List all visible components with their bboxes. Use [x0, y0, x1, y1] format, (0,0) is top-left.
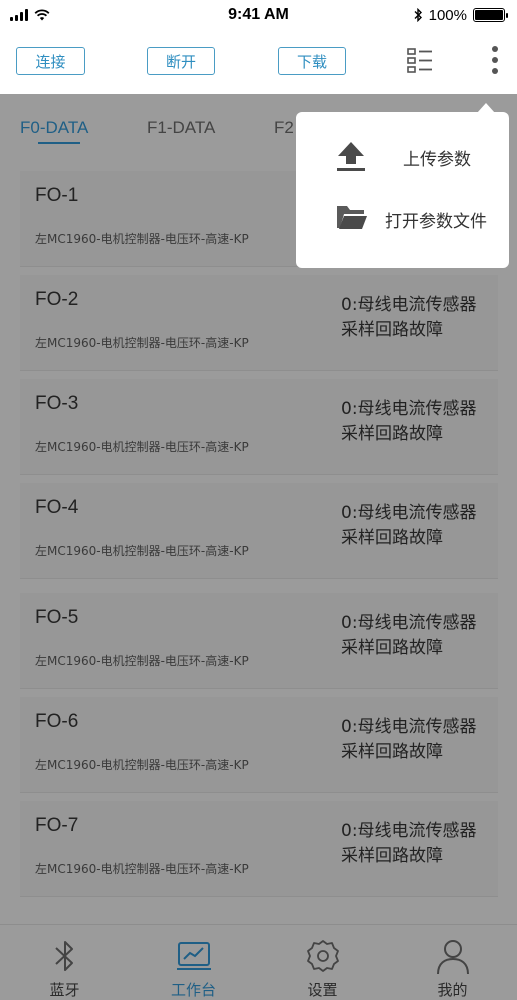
status-left	[10, 9, 50, 21]
status-line-1: 0:母线电流传感器	[341, 821, 477, 841]
list-view-icon[interactable]	[407, 48, 433, 74]
popup-arrow	[477, 103, 495, 113]
wifi-icon	[34, 9, 50, 21]
workbench-chart-icon	[176, 942, 211, 970]
nav-label-workbench: 工作台	[170, 981, 216, 999]
status-line-2: 采样回路故障	[341, 846, 443, 866]
bluetooth-status-icon	[414, 8, 422, 22]
more-options-popup: 上传参数 打开参数文件	[296, 103, 509, 268]
bottom-nav: 蓝牙 工作台 设置 我的	[0, 924, 517, 1000]
param-title: FO-1	[35, 185, 79, 206]
status-line-1: 0:母线电流传感器	[341, 717, 477, 737]
download-button[interactable]: 下载	[278, 47, 346, 75]
nav-label-settings: 设置	[307, 981, 338, 999]
param-title: FO-6	[35, 711, 79, 732]
open-param-file-label: 打开参数文件	[385, 212, 487, 232]
param-subtitle: 左MC1960-电机控制器-电压环-高速-KP	[35, 440, 249, 454]
param-status: 0:母线电流传感器 采样回路故障	[341, 501, 477, 551]
param-title: FO-5	[35, 607, 79, 628]
status-line-2: 采样回路故障	[341, 528, 443, 548]
user-icon	[436, 940, 469, 975]
tab-f1-data[interactable]: F1-DATA	[147, 118, 215, 138]
param-subtitle: 左MC1960-电机控制器-电压环-高速-KP	[35, 862, 249, 876]
param-card[interactable]: FO-2 左MC1960-电机控制器-电压环-高速-KP 0:母线电流传感器 采…	[20, 275, 498, 371]
battery-icon	[473, 8, 508, 22]
param-subtitle: 左MC1960-电机控制器-电压环-高速-KP	[35, 232, 249, 246]
upload-params-menu-item[interactable]: 上传参数	[296, 128, 509, 188]
tab-f0-data[interactable]: F0-DATA	[20, 118, 88, 138]
param-title: FO-3	[35, 393, 79, 414]
param-title: FO-7	[35, 815, 79, 836]
status-line-2: 采样回路故障	[341, 424, 443, 444]
nav-item-profile[interactable]: 我的	[388, 925, 517, 1000]
param-card[interactable]: FO-4 左MC1960-电机控制器-电压环-高速-KP 0:母线电流传感器 采…	[20, 483, 498, 579]
status-line-2: 采样回路故障	[341, 638, 443, 658]
param-title: FO-2	[35, 289, 79, 310]
more-vertical-icon[interactable]	[490, 45, 500, 77]
battery-level	[475, 10, 503, 20]
param-subtitle: 左MC1960-电机控制器-电压环-高速-KP	[35, 544, 249, 558]
gear-icon	[306, 940, 339, 972]
nav-item-settings[interactable]: 设置	[258, 925, 387, 1000]
upload-params-label: 上传参数	[403, 150, 471, 170]
status-bar: 9:41 AM 100%	[0, 0, 517, 30]
param-card[interactable]: FO-3 左MC1960-电机控制器-电压环-高速-KP 0:母线电流传感器 采…	[20, 379, 498, 475]
active-tab-indicator	[38, 142, 80, 144]
disconnect-button[interactable]: 断开	[147, 47, 215, 75]
param-subtitle: 左MC1960-电机控制器-电压环-高速-KP	[35, 654, 249, 668]
param-status: 0:母线电流传感器 采样回路故障	[341, 611, 477, 661]
param-status: 0:母线电流传感器 采样回路故障	[341, 397, 477, 447]
connect-button[interactable]: 连接	[16, 47, 85, 75]
param-status: 0:母线电流传感器 采样回路故障	[341, 819, 477, 869]
battery-percent: 100%	[428, 6, 467, 24]
bluetooth-icon	[54, 941, 73, 971]
status-line-1: 0:母线电流传感器	[341, 399, 477, 419]
status-line-1: 0:母线电流传感器	[341, 503, 477, 523]
status-line-2: 采样回路故障	[341, 742, 443, 762]
cellular-signal-icon	[10, 9, 28, 21]
status-line-1: 0:母线电流传感器	[341, 295, 477, 315]
nav-item-workbench[interactable]: 工作台	[129, 925, 258, 1000]
param-title: FO-4	[35, 497, 79, 518]
status-line-1: 0:母线电流传感器	[341, 613, 477, 633]
open-param-file-menu-item[interactable]: 打开参数文件	[296, 189, 509, 249]
param-card[interactable]: FO-6 左MC1960-电机控制器-电压环-高速-KP 0:母线电流传感器 采…	[20, 697, 498, 793]
param-status: 0:母线电流传感器 采样回路故障	[341, 715, 477, 765]
folder-open-icon	[337, 206, 367, 229]
tab-f2-data[interactable]: F2	[274, 118, 294, 138]
nav-item-bluetooth[interactable]: 蓝牙	[0, 925, 129, 1000]
upload-icon	[337, 142, 365, 171]
param-card[interactable]: FO-5 左MC1960-电机控制器-电压环-高速-KP 0:母线电流传感器 采…	[20, 593, 498, 689]
param-subtitle: 左MC1960-电机控制器-电压环-高速-KP	[35, 758, 249, 772]
top-toolbar: 连接 断开 下载	[0, 30, 517, 94]
nav-label-bluetooth: 蓝牙	[49, 981, 80, 999]
param-subtitle: 左MC1960-电机控制器-电压环-高速-KP	[35, 336, 249, 350]
param-status: 0:母线电流传感器 采样回路故障	[341, 293, 477, 343]
status-right: 100%	[413, 6, 508, 24]
param-card[interactable]: FO-7 左MC1960-电机控制器-电压环-高速-KP 0:母线电流传感器 采…	[20, 801, 498, 897]
status-line-2: 采样回路故障	[341, 320, 443, 340]
nav-label-profile: 我的	[437, 981, 468, 999]
status-time: 9:41 AM	[228, 6, 289, 23]
